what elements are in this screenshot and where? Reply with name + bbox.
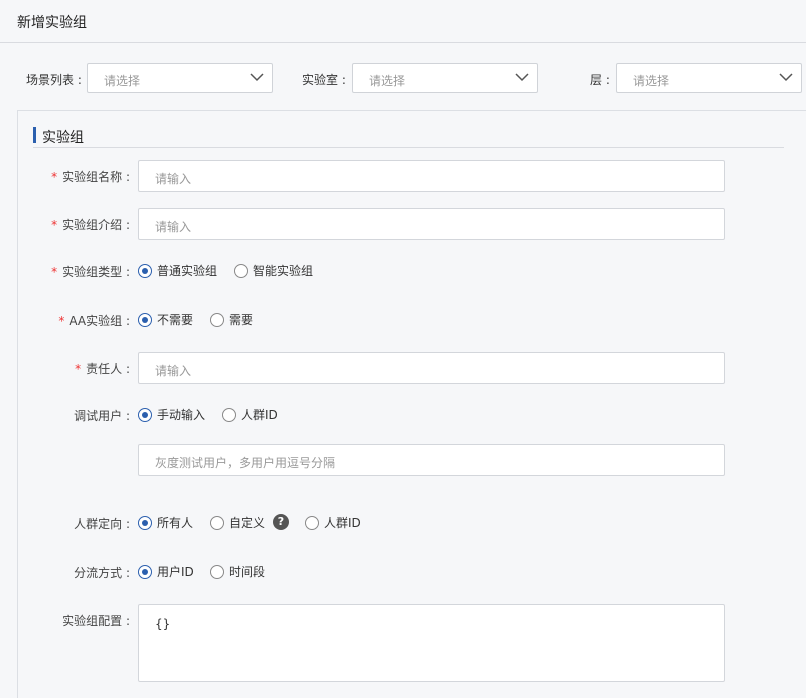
group-config-label: 实验组配置 : bbox=[62, 614, 130, 628]
section-divider bbox=[33, 147, 784, 148]
aa-radio-not-needed[interactable]: 不需要 bbox=[138, 311, 193, 328]
group-name-placeholder: 请输入 bbox=[155, 172, 192, 186]
group-intro-label: * 实验组介绍 : bbox=[51, 218, 130, 232]
radio-unchecked-icon bbox=[305, 515, 319, 530]
targeting-radio-everyone[interactable]: 所有人 bbox=[138, 514, 193, 531]
debug-user-input[interactable]: 灰度测试用户，多用户用逗号分隔 bbox=[138, 444, 725, 476]
radio-unchecked-icon bbox=[210, 564, 224, 579]
radio-unchecked-icon bbox=[210, 515, 224, 530]
section-accent-bar bbox=[33, 127, 36, 143]
debug-user-placeholder: 灰度测试用户，多用户用逗号分隔 bbox=[155, 456, 336, 470]
aa-radio-needed[interactable]: 需要 bbox=[210, 311, 253, 328]
layer-select[interactable]: 请选择 bbox=[616, 63, 802, 93]
radio-checked-icon bbox=[138, 564, 152, 579]
scene-list-select[interactable]: 请选择 bbox=[87, 63, 273, 93]
radio-unchecked-icon bbox=[210, 312, 224, 327]
debug-radio-manual[interactable]: 手动输入 bbox=[138, 406, 205, 423]
targeting-radio-crowd-id[interactable]: 人群ID bbox=[305, 514, 361, 531]
scene-list-label: 场景列表 : bbox=[26, 73, 82, 87]
group-name-label: * 实验组名称 : bbox=[51, 170, 130, 184]
group-type-label: * 实验组类型 : bbox=[51, 265, 130, 279]
radio-checked-icon bbox=[138, 407, 152, 422]
split-radio-time-period[interactable]: 时间段 bbox=[210, 563, 265, 580]
type-radio-smart[interactable]: 智能实验组 bbox=[234, 262, 313, 279]
lab-placeholder: 请选择 bbox=[369, 74, 406, 88]
lab-select[interactable]: 请选择 bbox=[352, 63, 538, 93]
debug-radio-crowd-id[interactable]: 人群ID bbox=[222, 406, 278, 423]
radio-unchecked-icon bbox=[222, 407, 236, 422]
radio-checked-icon bbox=[138, 312, 152, 327]
help-icon[interactable]: ? bbox=[273, 514, 289, 530]
chevron-down-icon bbox=[515, 73, 529, 82]
required-mark: * bbox=[51, 170, 58, 184]
type-radio-normal[interactable]: 普通实验组 bbox=[138, 262, 217, 279]
owner-placeholder: 请输入 bbox=[155, 364, 192, 378]
required-mark: * bbox=[58, 314, 65, 328]
layer-label: 层 : bbox=[590, 73, 610, 87]
radio-checked-icon bbox=[138, 515, 152, 530]
section-title: 实验组 bbox=[42, 130, 84, 146]
group-config-textarea[interactable]: {} bbox=[138, 604, 725, 682]
lab-label: 实验室 : bbox=[302, 73, 346, 87]
split-method-label: 分流方式 : bbox=[74, 566, 130, 580]
required-mark: * bbox=[75, 362, 82, 376]
layer-placeholder: 请选择 bbox=[633, 74, 670, 88]
chevron-down-icon bbox=[779, 73, 793, 82]
owner-input[interactable]: 请输入 bbox=[138, 352, 725, 384]
debug-user-label: 调试用户 : bbox=[74, 409, 130, 423]
required-mark: * bbox=[51, 265, 58, 279]
chevron-down-icon bbox=[250, 73, 264, 82]
page-title: 新增实验组 bbox=[17, 15, 87, 31]
split-radio-user-id[interactable]: 用户ID bbox=[138, 563, 194, 580]
group-intro-input[interactable]: 请输入 bbox=[138, 208, 725, 240]
radio-checked-icon bbox=[138, 263, 152, 278]
required-mark: * bbox=[51, 218, 58, 232]
owner-label: * 责任人 : bbox=[75, 362, 130, 376]
aa-group-label: * AA实验组 : bbox=[58, 314, 130, 328]
group-name-input[interactable]: 请输入 bbox=[138, 160, 725, 192]
targeting-radio-custom[interactable]: 自定义 bbox=[210, 514, 265, 531]
page-header: 新增实验组 bbox=[0, 0, 806, 43]
radio-unchecked-icon bbox=[234, 263, 248, 278]
scene-list-placeholder: 请选择 bbox=[104, 74, 141, 88]
group-config-value: {} bbox=[155, 617, 171, 631]
group-intro-placeholder: 请输入 bbox=[155, 220, 192, 234]
targeting-label: 人群定向 : bbox=[74, 517, 130, 531]
